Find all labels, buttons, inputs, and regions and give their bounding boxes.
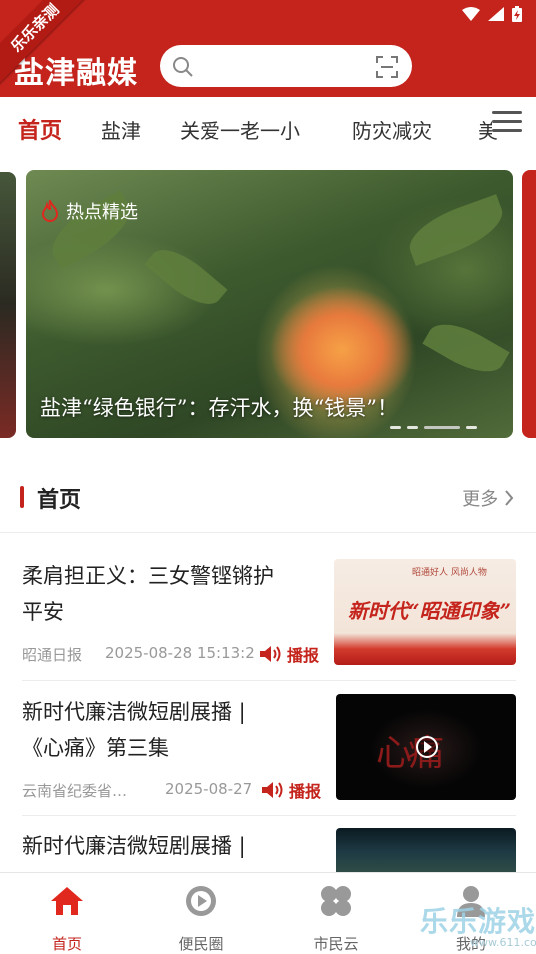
news-item[interactable]: 柔肩担正义：三女警铿锵护 平安 昭通日报 2025-08-28 15:13:2 … — [0, 556, 536, 676]
tab-care-elderly-children[interactable]: 关爱一老一小 — [180, 115, 300, 144]
leaf-decoration — [402, 194, 510, 266]
clover-icon — [321, 886, 351, 916]
nav-convenience-circle[interactable]: 便民圈 — [161, 883, 241, 954]
circle-play-icon — [186, 886, 216, 916]
more-label: 更多 — [462, 489, 499, 510]
status-bar — [462, 6, 522, 22]
nav-label: 首页 — [51, 935, 82, 953]
app-header: 盐津融媒 乐乐亲测 — [0, 0, 536, 97]
wifi-icon — [462, 7, 480, 21]
more-link[interactable]: 更多 — [462, 485, 514, 511]
section-title: 首页 — [37, 488, 82, 513]
play-icon[interactable] — [416, 736, 438, 758]
section-accent-bar — [20, 486, 24, 508]
scan-icon[interactable] — [375, 55, 399, 79]
news-title-line: 柔肩担正义：三女警铿锵护 — [22, 564, 274, 588]
search-icon — [173, 57, 193, 77]
broadcast-button[interactable]: 播报 — [256, 642, 320, 666]
news-title-line: 新时代廉洁微短剧展播 | — [22, 700, 246, 724]
thumbnail-subtitle: 昭通好人 风尚人物 — [412, 568, 487, 578]
nav-home[interactable]: 首页 — [27, 883, 107, 954]
news-thumbnail[interactable] — [336, 828, 516, 872]
banner-carousel[interactable]: 热点精选 盐津“绿色银行”：存汗水，换“钱景”！ — [0, 168, 536, 440]
signal-icon — [488, 7, 504, 21]
broadcast-label: 播报 — [289, 782, 322, 801]
banner-caption: 盐津“绿色银行”：存汗水，换“钱景”！ — [40, 396, 398, 420]
previous-banner-card[interactable] — [0, 172, 16, 438]
category-tabs: 首页 盐津 关爱一老一小 防灾减灾 美 — [0, 97, 536, 165]
tab-yanjin[interactable]: 盐津 — [101, 115, 141, 144]
home-icon — [51, 887, 83, 915]
divider — [0, 532, 536, 533]
news-item[interactable]: 新时代廉洁微短剧展播 | — [0, 828, 536, 872]
news-title[interactable]: 柔肩担正义：三女警铿锵护 平安 — [22, 558, 322, 630]
video-thumbnail[interactable]: 心痛 — [336, 694, 516, 800]
news-title-line: 新时代廉洁微短剧展播 | — [22, 834, 246, 858]
carousel-indicator — [390, 426, 477, 429]
news-title[interactable]: 新时代廉洁微短剧展播 | 《心痛》第三集 — [22, 694, 322, 766]
nav-label: 便民圈 — [178, 935, 224, 953]
search-input[interactable] — [160, 45, 412, 87]
app-title: 盐津融媒 — [14, 56, 138, 91]
watermark: 乐乐游戏 — [420, 905, 536, 938]
battery-icon — [512, 6, 522, 22]
speaker-icon — [260, 646, 281, 662]
chevron-right-icon — [505, 490, 514, 506]
news-title[interactable]: 新时代廉洁微短剧展播 | — [22, 828, 322, 864]
tab-disaster-prevention[interactable]: 防灾减灾 — [352, 115, 432, 144]
broadcast-button[interactable]: 播报 — [258, 778, 322, 802]
news-title-line: 《心痛》第三集 — [22, 736, 169, 760]
speaker-icon — [262, 782, 283, 798]
menu-icon[interactable] — [492, 111, 522, 137]
carousel-dot — [466, 426, 477, 429]
hot-picks-label: 热点精选 — [66, 202, 138, 223]
news-item[interactable]: 新时代廉洁微短剧展播 | 《心痛》第三集 云南省纪委省… 2025-08-27 … — [0, 692, 536, 812]
nav-citizen-cloud[interactable]: 市民云 — [296, 883, 376, 954]
watermark-url: www.611.com — [470, 936, 536, 949]
nav-label: 市民云 — [313, 935, 359, 953]
broadcast-label: 播报 — [287, 646, 320, 665]
thumbnail-title: 新时代“昭通印象” — [348, 599, 512, 623]
news-time: 2025-08-28 15:13:2 — [105, 644, 255, 662]
leaf-decoration — [422, 312, 510, 384]
leaf-decoration — [144, 238, 228, 316]
news-thumbnail[interactable]: 昭通好人 风尚人物 新时代“昭通印象” — [334, 559, 516, 665]
tab-home[interactable]: 首页 — [18, 113, 62, 145]
news-title-line: 平安 — [22, 600, 64, 624]
divider — [22, 815, 516, 816]
banner-card[interactable]: 热点精选 盐津“绿色银行”：存汗水，换“钱景”！ — [26, 170, 513, 438]
news-source: 昭通日报 — [22, 646, 83, 664]
section-header: 首页 更多 — [0, 470, 536, 524]
carousel-dot — [390, 426, 401, 429]
flame-icon — [41, 200, 59, 222]
next-banner-card[interactable] — [522, 170, 536, 438]
hot-picks-badge: 热点精选 — [40, 198, 138, 224]
divider — [22, 680, 516, 681]
news-time: 2025-08-27 1 — [165, 780, 267, 798]
carousel-dot-active — [424, 426, 460, 429]
news-source: 云南省纪委省… — [22, 782, 128, 800]
carousel-dot — [407, 426, 418, 429]
